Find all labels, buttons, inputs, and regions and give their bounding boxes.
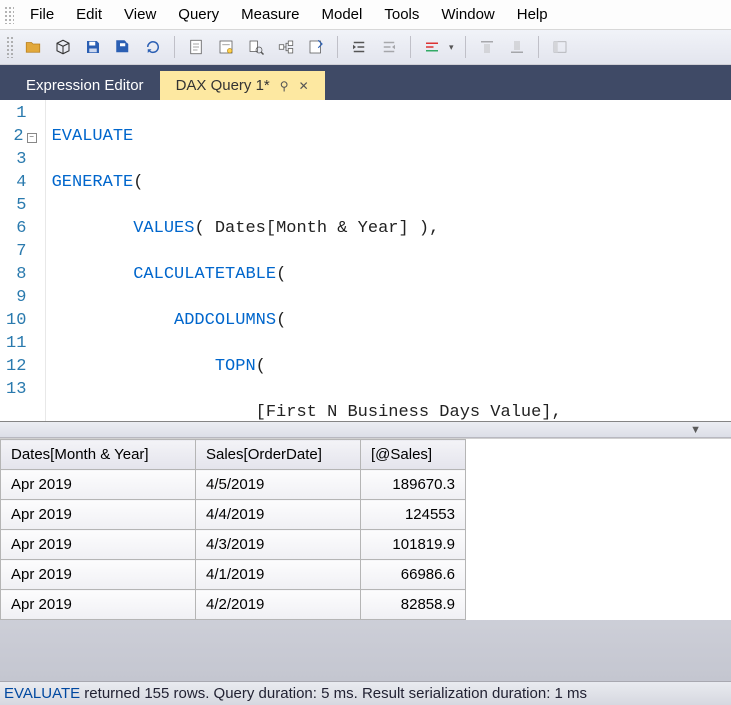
results-pane: Dates[Month & Year] Sales[OrderDate] [@S… [0, 438, 731, 681]
menu-window[interactable]: Window [431, 4, 504, 25]
status-keyword: EVALUATE [4, 685, 80, 702]
format-icon[interactable] [303, 34, 329, 60]
save-icon[interactable] [80, 34, 106, 60]
menu-measure[interactable]: Measure [231, 4, 309, 25]
menu-query[interactable]: Query [168, 4, 229, 25]
menu-tools[interactable]: Tools [374, 4, 429, 25]
panel-icon[interactable] [547, 34, 573, 60]
tab-label: Expression Editor [26, 77, 144, 94]
menu-file[interactable]: File [20, 4, 64, 25]
comment-lines-icon[interactable] [419, 34, 445, 60]
tab-dax-query[interactable]: DAX Query 1* ⚲ ✕ [160, 71, 325, 100]
splitter-bar[interactable]: ▼ [0, 422, 731, 438]
open-icon[interactable] [20, 34, 46, 60]
indent-icon[interactable] [346, 34, 372, 60]
table-row[interactable]: Apr 20194/2/201982858.9 [1, 590, 466, 620]
table-row[interactable]: Apr 20194/5/2019189670.3 [1, 470, 466, 500]
status-bar: EVALUATE returned 155 rows. Query durati… [0, 681, 731, 705]
toolbar-separator [538, 36, 539, 58]
dropdown-arrow-icon[interactable]: ▾ [449, 42, 457, 53]
align-bottom-icon[interactable] [504, 34, 530, 60]
cube-icon[interactable] [50, 34, 76, 60]
toolbar-separator [465, 36, 466, 58]
tab-strip: Expression Editor DAX Query 1* ⚲ ✕ [0, 65, 731, 100]
menu-view[interactable]: View [114, 4, 166, 25]
relationships-icon[interactable] [273, 34, 299, 60]
align-top-icon[interactable] [474, 34, 500, 60]
line-gutter: 1 2− 3 4 5 6 7 8 9 10 11 12 13 [0, 100, 46, 421]
results-grid[interactable]: Dates[Month & Year] Sales[OrderDate] [@S… [0, 438, 731, 620]
grid-header-row: Dates[Month & Year] Sales[OrderDate] [@S… [1, 440, 466, 470]
status-text: returned 155 rows. Query duration: 5 ms.… [80, 685, 587, 702]
tab-label: DAX Query 1* [176, 77, 270, 94]
new-query-icon[interactable] [213, 34, 239, 60]
toolbar-separator [410, 36, 411, 58]
outdent-icon[interactable] [376, 34, 402, 60]
menu-edit[interactable]: Edit [66, 4, 112, 25]
toolbar-grip[interactable] [6, 36, 14, 58]
menu-model[interactable]: Model [312, 4, 373, 25]
col-order-date[interactable]: Sales[OrderDate] [196, 440, 361, 470]
refresh-icon[interactable] [140, 34, 166, 60]
tab-expression-editor[interactable]: Expression Editor [10, 71, 160, 100]
table-row[interactable]: Apr 20194/3/2019101819.9 [1, 530, 466, 560]
save-all-icon[interactable] [110, 34, 136, 60]
pin-icon[interactable]: ⚲ [280, 79, 289, 93]
toolbar: ▾ [0, 30, 731, 65]
chevron-down-icon[interactable]: ▼ [690, 424, 701, 436]
document-icon[interactable] [183, 34, 209, 60]
toolbar-separator [174, 36, 175, 58]
toolbar-separator [337, 36, 338, 58]
fold-icon[interactable]: − [27, 133, 37, 143]
table-row[interactable]: Apr 20194/4/2019124553 [1, 500, 466, 530]
col-month-year[interactable]: Dates[Month & Year] [1, 440, 196, 470]
code-editor[interactable]: 1 2− 3 4 5 6 7 8 9 10 11 12 13 EVALUATE … [0, 100, 731, 422]
code-area[interactable]: EVALUATE GENERATE( VALUES( Dates[Month &… [46, 100, 568, 421]
menu-bar: File Edit View Query Measure Model Tools… [0, 0, 731, 30]
search-schema-icon[interactable] [243, 34, 269, 60]
table-row[interactable]: Apr 20194/1/201966986.6 [1, 560, 466, 590]
menu-grip[interactable] [4, 6, 14, 24]
menu-help[interactable]: Help [507, 4, 558, 25]
col-sales[interactable]: [@Sales] [361, 440, 466, 470]
close-icon[interactable]: ✕ [299, 79, 309, 93]
